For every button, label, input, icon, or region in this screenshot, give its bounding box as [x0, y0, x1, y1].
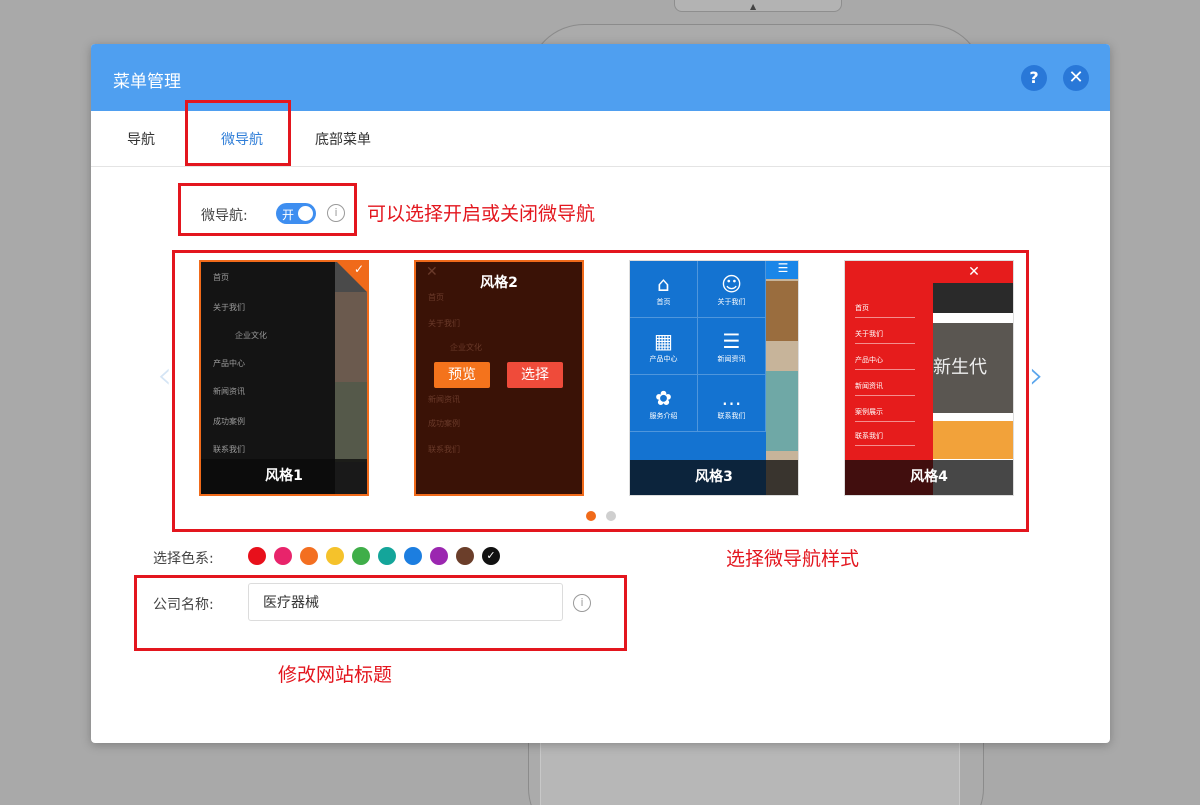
card3-grid-label: 产品中心 — [649, 355, 678, 363]
micro-nav-toggle[interactable]: 开 — [276, 203, 316, 224]
style-card-1[interactable]: 首页 关于我们 企业文化 产品中心 新闻资讯 成功案例 联系我们 ✓ 风格1 — [199, 260, 369, 496]
card-caption: 风格1 — [201, 459, 367, 494]
card4-menu-item: 产品中心 — [855, 355, 915, 370]
hamburger-icon: ☰ — [766, 261, 798, 279]
color-swatch[interactable] — [326, 547, 344, 565]
color-swatch-selected[interactable]: ✓ — [482, 547, 500, 565]
card3-preview-image — [766, 281, 798, 341]
color-swatch[interactable] — [352, 547, 370, 565]
grid-icon: ▦ — [654, 329, 673, 353]
color-swatch[interactable] — [404, 547, 422, 565]
card3-grid-item: ▦ 产品中心 — [630, 318, 698, 375]
info-icon[interactable]: i — [573, 594, 591, 612]
annotation-title-note: 修改网站标题 — [278, 664, 393, 686]
company-name-input[interactable] — [248, 583, 563, 621]
card2-menu-item: 企业文化 — [450, 343, 482, 352]
card3-grid-item: ⌂ 首页 — [630, 261, 698, 318]
tab-navigation[interactable]: 导航 — [127, 129, 155, 149]
color-swatch[interactable] — [456, 547, 474, 565]
color-scheme-label: 选择色系: — [153, 551, 214, 567]
chat-icon: … — [721, 386, 742, 410]
menu-management-dialog: 菜单管理 ? ✕ 导航 微导航 底部菜单 可以选择开启或关闭微导航 选择微导航样… — [91, 44, 1110, 743]
card1-menu-item: 新闻资讯 — [213, 387, 245, 396]
card1-preview-image — [335, 382, 367, 462]
color-swatch[interactable] — [274, 547, 292, 565]
micro-nav-label: 微导航: — [201, 208, 248, 224]
chevron-right-icon[interactable]: › — [1029, 353, 1044, 397]
card4-menu-item: 联系我们 — [855, 431, 915, 446]
color-swatch[interactable] — [248, 547, 266, 565]
style-card-2[interactable]: ✕ 首页 关于我们 企业文化 新闻资讯 成功案例 联系我们 风格2 预览 选择 — [414, 260, 584, 496]
card2-menu-item: 联系我们 — [428, 445, 460, 454]
home-icon: ⌂ — [657, 272, 670, 296]
annotation-style-note: 选择微导航样式 — [726, 548, 860, 570]
carousel-dot-active[interactable] — [586, 511, 596, 521]
card1-menu-item: 企业文化 — [235, 331, 267, 340]
tab-footer-menu[interactable]: 底部菜单 — [315, 129, 371, 149]
card1-menu-item: 产品中心 — [213, 359, 245, 368]
card3-grid-item: ☺ 关于我们 — [698, 261, 766, 318]
toggle-knob — [298, 206, 313, 221]
list-icon: ☰ — [722, 329, 741, 353]
card3-preview-image — [766, 371, 798, 451]
card3-grid-item: … 联系我们 — [698, 375, 766, 432]
card3-grid-label: 关于我们 — [717, 298, 746, 306]
card1-menu-item: 联系我们 — [213, 445, 245, 454]
carousel-dot[interactable] — [606, 511, 616, 521]
card2-menu-item: 新闻资讯 — [428, 395, 460, 404]
close-icon: ✕ — [933, 261, 1013, 283]
card3-grid-item: ✿ 服务介绍 — [630, 375, 698, 432]
card2-menu-item: 成功案例 — [428, 419, 460, 428]
check-icon: ✓ — [353, 262, 364, 276]
style-card-3[interactable]: ⌂ 首页 ☺ 关于我们 ▦ 产品中心 ☰ 新闻资讯 ✿ 服务介绍 … 联系我们 — [629, 260, 799, 496]
card3-grid-label: 新闻资讯 — [717, 355, 746, 363]
card3-grid-label: 首页 — [656, 298, 671, 306]
card4-menu-item: 关于我们 — [855, 329, 915, 344]
card2-menu-item: 关于我们 — [428, 319, 460, 328]
style-card-4[interactable]: 首页 关于我们 产品中心 新闻资讯 案例展示 联系我们 ✕ 新生代 风格4 — [844, 260, 1014, 496]
color-swatch[interactable] — [378, 547, 396, 565]
card1-menu-item: 成功案例 — [213, 417, 245, 426]
select-button[interactable]: 选择 — [507, 362, 563, 388]
user-icon: ☺ — [721, 272, 742, 296]
chevron-left-icon[interactable]: ‹ — [157, 353, 172, 397]
background-top-tab — [674, 0, 842, 12]
card4-preview-image — [933, 421, 1013, 459]
card4-image-text: 新生代 — [933, 357, 987, 378]
close-icon[interactable]: ✕ — [1063, 65, 1089, 91]
info-icon[interactable]: i — [327, 204, 345, 222]
card4-menu-item: 首页 — [855, 303, 915, 318]
card2-menu-item: 首页 — [428, 293, 444, 302]
card1-preview-image — [335, 292, 367, 382]
card3-grid-label: 联系我们 — [717, 412, 746, 420]
caret-up-icon: ▲ — [750, 2, 757, 11]
company-name-label: 公司名称: — [153, 597, 214, 613]
preview-button[interactable]: 预览 — [434, 362, 490, 388]
card1-menu-item: 关于我们 — [213, 303, 245, 312]
card4-preview-image — [933, 283, 1013, 313]
card2-title: 风格2 — [480, 275, 518, 291]
annotation-box-tab — [185, 100, 291, 166]
toggle-state-text: 开 — [282, 208, 295, 222]
card3-grid-label: 服务介绍 — [649, 412, 678, 420]
background-phone-screen — [540, 740, 960, 805]
dialog-title: 菜单管理 — [113, 72, 181, 92]
card4-menu-item: 新闻资讯 — [855, 381, 915, 396]
card3-icon-grid: ⌂ 首页 ☺ 关于我们 ▦ 产品中心 ☰ 新闻资讯 ✿ 服务介绍 … 联系我们 — [630, 261, 766, 461]
card3-grid-item: ☰ 新闻资讯 — [698, 318, 766, 375]
annotation-toggle-note: 可以选择开启或关闭微导航 — [367, 203, 596, 225]
color-swatch[interactable] — [430, 547, 448, 565]
card4-menu-item: 案例展示 — [855, 407, 915, 422]
card1-menu-item: 首页 — [213, 273, 229, 282]
flower-icon: ✿ — [655, 386, 672, 410]
help-icon[interactable]: ? — [1021, 65, 1047, 91]
color-swatch[interactable] — [300, 547, 318, 565]
card-caption: 风格4 — [845, 460, 1013, 495]
card-caption: 风格3 — [630, 460, 798, 495]
